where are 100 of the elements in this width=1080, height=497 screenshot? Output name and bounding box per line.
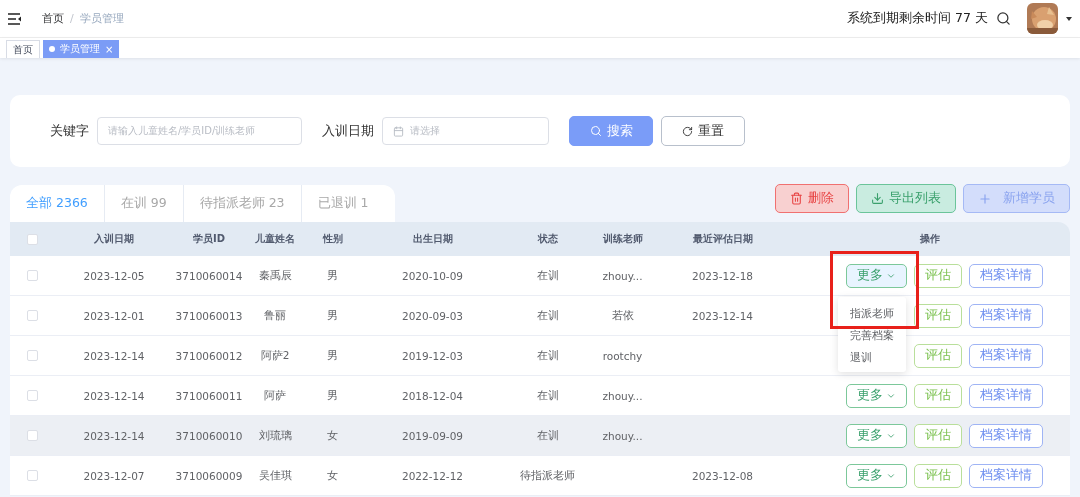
table-cell-text: 在训 — [535, 388, 560, 403]
table-cell-text: 若依 — [610, 308, 635, 323]
menu-item[interactable]: 退训 — [850, 351, 872, 364]
detail-button[interactable]: 档案详情 — [969, 343, 1043, 368]
table-cell-text: 2023-12-14 — [82, 349, 146, 362]
table-cell-text: 吴佳琪 — [257, 468, 293, 483]
assess-button[interactable]: 评估 — [914, 303, 962, 328]
table-cell-text: 2023-12-14 — [82, 389, 146, 402]
export-button[interactable]: 导出列表 — [856, 184, 956, 213]
table-cell-text: 2020-09-03 — [401, 309, 464, 322]
assess-button[interactable]: 评估 — [914, 423, 962, 448]
table-cell-text: 2022-12-12 — [401, 469, 464, 482]
table-cell-text: 2023-12-07 — [82, 469, 146, 482]
table-cell-text: 2023-12-18 — [691, 269, 754, 282]
detail-button[interactable]: 档案详情 — [969, 263, 1043, 288]
table-cell-text: 2023-12-01 — [82, 309, 146, 322]
table-cell-text: 3710060013 — [174, 309, 244, 322]
table-cell-text: 2023-12-08 — [691, 469, 754, 482]
table-cell-text: 秦禹辰 — [257, 268, 293, 283]
table-cell-text: zhouy... — [601, 389, 644, 402]
column-header: 性别 — [321, 232, 344, 246]
table-cell-text: 鲁丽 — [263, 308, 287, 323]
table-cell-text: 2018-12-04 — [401, 389, 464, 402]
table-cell-text: 女 — [326, 428, 339, 443]
menu-item[interactable]: 完善档案 — [850, 329, 894, 342]
more-button[interactable]: 更多 — [846, 263, 907, 288]
detail-button[interactable]: 档案详情 — [969, 423, 1043, 448]
table-cell-text: 2019-12-03 — [401, 349, 464, 362]
detail-button[interactable]: 档案详情 — [969, 303, 1043, 328]
page-tab[interactable]: 学员管理 × — [43, 40, 120, 58]
assess-button[interactable]: 评估 — [914, 263, 962, 288]
plus-icon — [978, 191, 992, 206]
row-checkbox[interactable] — [27, 470, 38, 481]
column-header: 学员ID — [192, 232, 226, 246]
table-cell-text: 刘琉璃 — [257, 428, 293, 443]
column-header: 状态 — [536, 232, 559, 246]
field-label: 关键字 — [50, 122, 89, 140]
row-checkbox[interactable] — [27, 350, 38, 361]
table-cell-text: 3710060009 — [174, 469, 244, 482]
assess-button[interactable]: 评估 — [914, 343, 962, 368]
field-label: 入训日期 — [322, 122, 374, 140]
close-icon[interactable]: × — [105, 43, 114, 55]
table-cell-text: 3710060010 — [174, 429, 244, 442]
table-cell-text: 男 — [326, 348, 339, 363]
row-checkbox[interactable] — [27, 270, 38, 281]
table-cell-text: 2020-10-09 — [401, 269, 464, 282]
select-all-checkbox[interactable] — [27, 233, 38, 245]
table-cell-text: 3710060014 — [174, 269, 244, 282]
detail-button[interactable]: 档案详情 — [969, 463, 1043, 488]
row-checkbox[interactable] — [27, 390, 38, 401]
more-button[interactable]: 更多 — [846, 383, 907, 408]
input-field[interactable]: 请选择 — [382, 117, 549, 145]
table-cell-text: 女 — [326, 468, 339, 483]
breadcrumb-item[interactable]: 首页 — [42, 11, 64, 26]
page-tab[interactable]: 首页 — [6, 40, 40, 58]
calendar-icon — [393, 125, 404, 137]
row-checkbox[interactable] — [27, 430, 38, 441]
column-header: 儿童姓名 — [254, 232, 296, 246]
assess-button[interactable]: 评估 — [914, 463, 962, 488]
table-cell-text: 2019-09-09 — [401, 429, 464, 442]
table-cell-text: rootchy — [601, 349, 644, 362]
row-checkbox[interactable] — [27, 310, 38, 321]
more-button[interactable]: 更多 — [846, 463, 907, 488]
more-button[interactable]: 更多 — [846, 423, 907, 448]
table-cell-text: 男 — [326, 308, 339, 323]
reset-button[interactable]: 重置 — [661, 116, 745, 146]
refresh-icon — [682, 125, 693, 137]
table-cell-text: 2023-12-14 — [691, 309, 754, 322]
column-header: 操作 — [919, 232, 941, 246]
search-icon — [589, 125, 602, 137]
table-cell-text: 男 — [326, 388, 339, 403]
trash-icon — [790, 192, 803, 205]
table-cell-text: 2023-12-05 — [82, 269, 146, 282]
menu-item[interactable]: 指派老师 — [850, 307, 894, 320]
input-field[interactable]: 请输入儿童姓名/学员ID/训练老师 — [97, 117, 302, 145]
search-icon[interactable] — [996, 11, 1011, 26]
column-header: 入训日期 — [93, 232, 135, 246]
column-header: 出生日期 — [411, 232, 454, 246]
table-cell-text: zhouy... — [601, 429, 644, 442]
search-button[interactable]: 搜索 — [569, 116, 653, 146]
table-cell-text: 在训 — [535, 268, 560, 283]
table-cell-text: 在训 — [535, 348, 560, 363]
delete-button[interactable]: 删除 — [775, 184, 849, 213]
table-cell-text: 待指派老师 — [519, 468, 576, 483]
caret-icon[interactable] — [1066, 16, 1072, 21]
download-icon — [871, 192, 884, 205]
table-cell-text: 阿萨2 — [259, 348, 291, 363]
expiry-notice: 系统到期剩余时间 77 天 — [847, 10, 988, 27]
status-tab[interactable]: 已退训 1 — [301, 185, 395, 222]
table-cell-text: 阿萨 — [263, 388, 287, 403]
table-cell-text: 2023-12-14 — [82, 429, 146, 442]
breadcrumb-separator: / — [70, 12, 74, 25]
assess-button[interactable]: 评估 — [914, 383, 962, 408]
detail-button[interactable]: 档案详情 — [969, 383, 1043, 408]
column-header: 训练老师 — [601, 232, 644, 246]
table-cell-text: 在训 — [535, 428, 560, 443]
menu-icon[interactable] — [8, 12, 22, 25]
table-cell-text: zhouy... — [601, 269, 644, 282]
add-button[interactable]: 新增学员 — [963, 184, 1070, 213]
breadcrumb-item: 学员管理 — [79, 11, 124, 26]
